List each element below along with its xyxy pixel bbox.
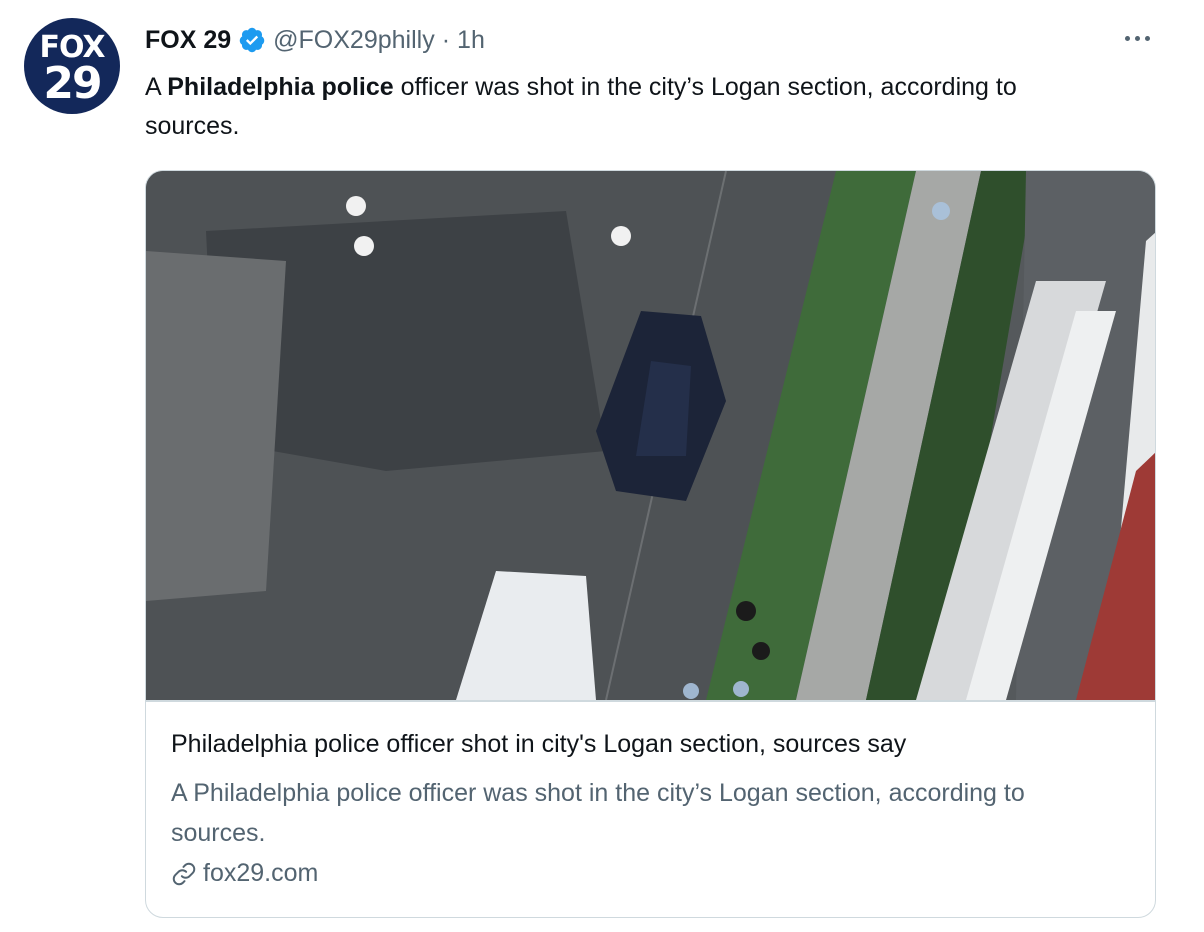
- tweet-text-pre: A: [145, 73, 168, 101]
- more-options-icon[interactable]: [1117, 26, 1157, 50]
- tweet-text-bold: Philadelphia police: [167, 73, 394, 101]
- link-icon: [172, 862, 196, 885]
- more-dot: [1124, 35, 1130, 41]
- avatar-logo-line2: 29: [43, 58, 102, 109]
- card-domain[interactable]: fox29.com: [171, 859, 318, 888]
- more-dot: [1144, 35, 1150, 41]
- timestamp[interactable]: 1h: [457, 26, 485, 55]
- card-title[interactable]: Philadelphia police officer shot in city…: [171, 730, 906, 759]
- tweet-text: A Philadelphia police officer was shot i…: [145, 68, 1105, 146]
- tweet-header: FOX 29 @FOX29philly · 1h: [145, 22, 485, 58]
- link-card[interactable]: Philadelphia police officer shot in city…: [145, 170, 1156, 918]
- display-name[interactable]: FOX 29: [145, 26, 231, 55]
- card-divider: [146, 700, 1155, 702]
- more-dot: [1134, 35, 1140, 41]
- card-description: A Philadelphia police officer was shot i…: [171, 779, 1025, 847]
- handle[interactable]: @FOX29philly: [273, 26, 435, 55]
- card-image[interactable]: [146, 171, 1155, 700]
- card-domain-text: fox29.com: [203, 859, 319, 887]
- avatar[interactable]: FOX 29: [24, 18, 120, 114]
- aerial-scene-image: [146, 171, 1155, 700]
- verified-badge-icon: [239, 27, 265, 53]
- separator-dot: ·: [441, 25, 451, 54]
